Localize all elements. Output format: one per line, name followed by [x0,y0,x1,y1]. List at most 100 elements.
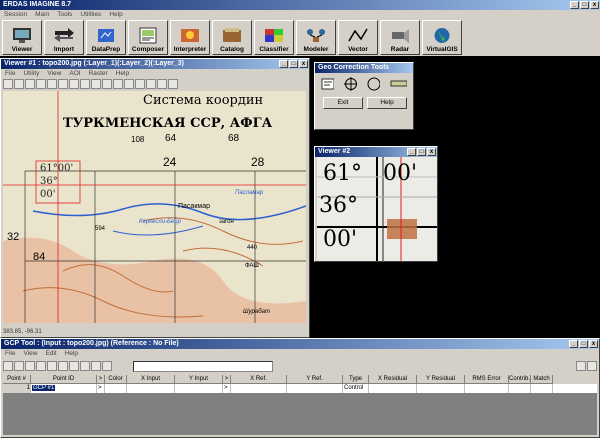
info-icon[interactable] [47,79,57,89]
col-arrow2[interactable]: > [223,375,231,384]
col-contrib[interactable]: Contrib. [509,375,531,384]
close-button[interactable]: x [589,340,598,348]
zoom-out-icon[interactable] [146,79,156,89]
close-button[interactable]: x [427,148,436,156]
minimize-button[interactable]: _ [279,60,288,68]
menu-edit[interactable]: Edit [45,349,56,358]
pan-icon[interactable] [157,79,167,89]
display-resample-icon[interactable] [321,77,335,91]
geo-tools-iconbar [315,73,413,95]
menu-file[interactable]: File [5,349,15,358]
arrow-icon[interactable] [102,79,112,89]
map-canvas[interactable]: Система координ ТУРКМЕНСКАЯ ССР, АФГА 61… [3,91,306,323]
save-icon[interactable] [14,79,24,89]
col-point-num[interactable]: Point # [3,375,31,384]
ruler-icon[interactable] [390,77,407,91]
modeler-button[interactable]: Modeler [296,20,336,55]
minimize-button[interactable]: _ [569,340,578,348]
minimize-button[interactable]: _ [570,1,579,9]
create-gcp-icon[interactable] [58,361,68,371]
interpreter-button[interactable]: Interpreter [170,20,210,55]
minimize-button[interactable]: _ [407,148,416,156]
cell-y-input[interactable] [175,384,223,393]
clear-icon[interactable] [36,79,46,89]
radar-button[interactable]: Radar [380,20,420,55]
col-x-residual[interactable]: X Residual [369,375,417,384]
next-icon[interactable] [587,361,597,371]
exit-button[interactable]: Exit [323,97,363,109]
auto-icon[interactable] [80,361,90,371]
menu-session[interactable]: Session [4,10,27,19]
composer-button[interactable]: Composer [128,20,168,55]
dataprep-button[interactable]: DataPrep [86,20,126,55]
check-icon[interactable] [36,361,46,371]
menu-view[interactable]: View [47,69,61,78]
col-x-ref[interactable]: X Ref. [231,375,287,384]
vector-button[interactable]: Vector [338,20,378,55]
maximize-button[interactable]: □ [417,148,426,156]
col-arrow1[interactable]: > [97,375,105,384]
classifier-button[interactable]: Classifier [254,20,294,55]
menu-help[interactable]: Help [116,69,129,78]
pointer-icon[interactable] [47,361,57,371]
rotate-icon[interactable] [113,79,123,89]
cell-type[interactable]: Control [343,384,369,393]
menu-file[interactable]: File [5,69,15,78]
cell-x-ref[interactable] [231,384,287,393]
circle-icon[interactable] [367,77,381,91]
menu-view[interactable]: View [23,349,37,358]
col-match[interactable]: Match [531,375,553,384]
col-type[interactable]: Type [343,375,369,384]
col-color[interactable]: Color [105,375,127,384]
inquire-icon[interactable] [168,79,178,89]
menu-help[interactable]: Help [65,349,78,358]
virtualgis-button[interactable]: VirtualGIS [422,20,462,55]
gcp-crosshair-icon[interactable] [344,77,358,91]
refresh-icon[interactable] [14,361,24,371]
col-point-id[interactable]: Point ID [31,375,97,384]
cell-x-input[interactable] [127,384,175,393]
menu-aoi[interactable]: AOI [69,69,80,78]
catalog-button[interactable]: Catalog [212,20,252,55]
close-button[interactable]: x [590,1,599,9]
menu-main[interactable]: Main [35,10,49,19]
col-y-ref[interactable]: Y Ref. [287,375,343,384]
maximize-button[interactable]: □ [580,1,589,9]
delete-icon[interactable] [69,361,79,371]
line-icon[interactable] [80,79,90,89]
rms-field[interactable] [133,360,273,372]
settings-icon[interactable] [576,361,586,371]
col-rms-error[interactable]: RMS Error [465,375,509,384]
table-row[interactable]: 1 GCP #1 > > Control [3,384,597,393]
pointer-icon[interactable] [124,79,134,89]
col-y-input[interactable]: Y Input [175,375,223,384]
col-y-residual[interactable]: Y Residual [417,375,465,384]
menu-utilities[interactable]: Utilities [80,10,101,19]
cell-y-ref[interactable] [287,384,343,393]
close-button[interactable]: x [299,60,308,68]
place-label-3: Керкесли-Бейр [139,219,181,225]
aoi-icon[interactable] [58,79,68,89]
lock-icon[interactable] [25,361,35,371]
menu-tools[interactable]: Tools [57,10,72,19]
menu-utility[interactable]: Utility [23,69,39,78]
cell-color[interactable] [105,384,127,393]
col-x-input[interactable]: X Input [127,375,175,384]
fit-icon[interactable] [69,79,79,89]
crosshair-icon[interactable] [91,79,101,89]
table-icon[interactable] [3,361,13,371]
sigma2-icon[interactable] [102,361,112,371]
open-icon[interactable] [3,79,13,89]
help-button[interactable]: Help [367,97,407,109]
maximize-button[interactable]: □ [289,60,298,68]
cell-point-id[interactable]: GCP #1 [31,384,97,393]
menu-raster[interactable]: Raster [89,69,108,78]
import-button[interactable]: Import [44,20,84,55]
print-icon[interactable] [25,79,35,89]
menu-help[interactable]: Help [109,10,122,19]
sigma-icon[interactable] [91,361,101,371]
zoom-canvas[interactable]: 61° 00' 36° 00' [317,157,437,261]
maximize-button[interactable]: □ [579,340,588,348]
viewer-button[interactable]: Viewer [2,20,42,55]
zoom-in-icon[interactable] [135,79,145,89]
